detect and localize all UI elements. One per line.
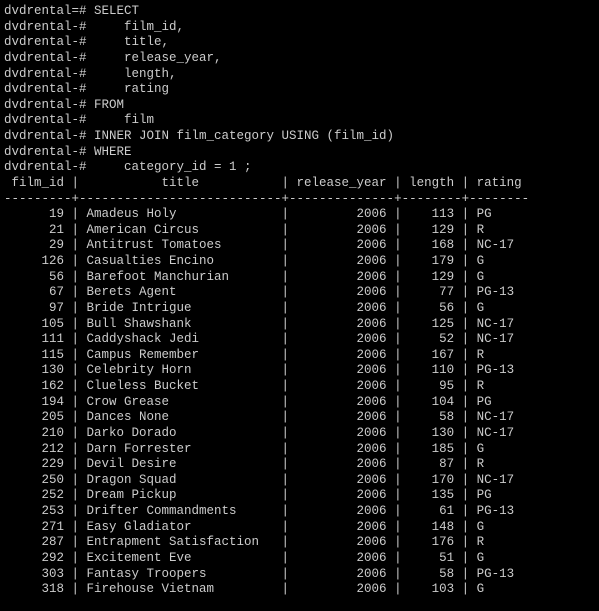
terminal-output: dvdrental=# SELECT dvdrental-# film_id, …: [4, 4, 529, 596]
